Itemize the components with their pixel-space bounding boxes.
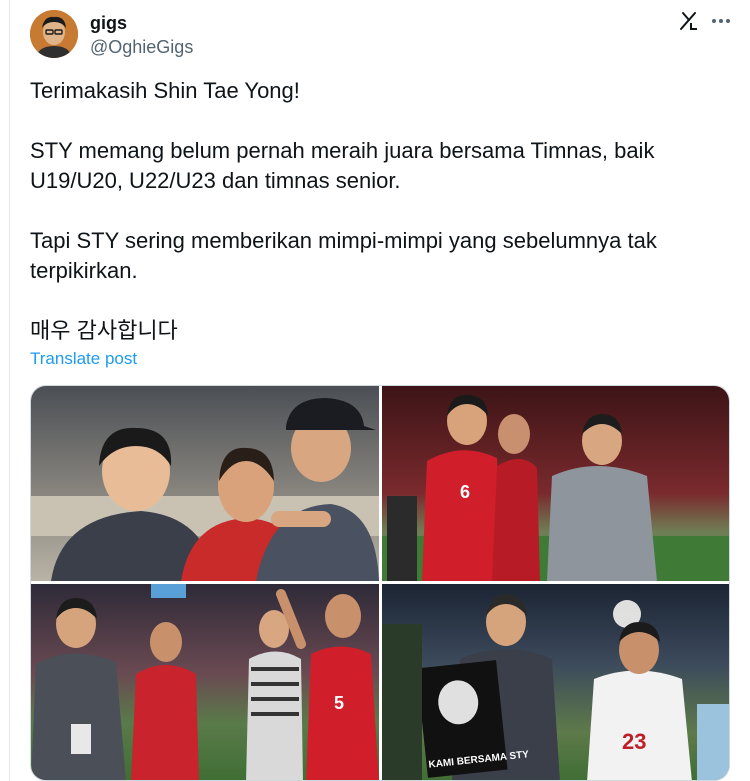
photo-3[interactable]: 5 bbox=[31, 584, 379, 780]
post-paragraph: Terimakasih Shin Tae Yong! bbox=[30, 78, 300, 103]
jersey-number-5: 5 bbox=[334, 693, 344, 713]
timeline-divider bbox=[9, 0, 10, 781]
photo-1[interactable] bbox=[31, 386, 379, 581]
post-paragraph: Tapi STY sering memberikan mimpi-mimpi y… bbox=[30, 228, 663, 283]
post-header: gigs @OghieGigs bbox=[30, 10, 740, 62]
media-grid: 6 5 KAMI BERSAMA STY 23 bbox=[30, 385, 730, 781]
jersey-number-23: 23 bbox=[622, 729, 646, 754]
translate-post-link[interactable]: Translate post bbox=[30, 349, 137, 369]
post-text: Terimakasih Shin Tae Yong! STY memang be… bbox=[30, 76, 730, 346]
photo-2[interactable]: 6 bbox=[382, 386, 729, 581]
post-paragraph: 매우 감사합니다 bbox=[30, 318, 178, 343]
grok-icon[interactable] bbox=[678, 10, 700, 32]
author-display-name[interactable]: gigs bbox=[90, 12, 193, 34]
avatar[interactable] bbox=[30, 10, 78, 58]
more-icon[interactable] bbox=[710, 10, 732, 32]
photo-4[interactable]: KAMI BERSAMA STY 23 bbox=[382, 584, 729, 780]
jersey-number-6: 6 bbox=[460, 482, 470, 502]
author-handle[interactable]: @OghieGigs bbox=[90, 34, 193, 60]
post-paragraph: STY memang belum pernah meraih juara ber… bbox=[30, 138, 661, 193]
